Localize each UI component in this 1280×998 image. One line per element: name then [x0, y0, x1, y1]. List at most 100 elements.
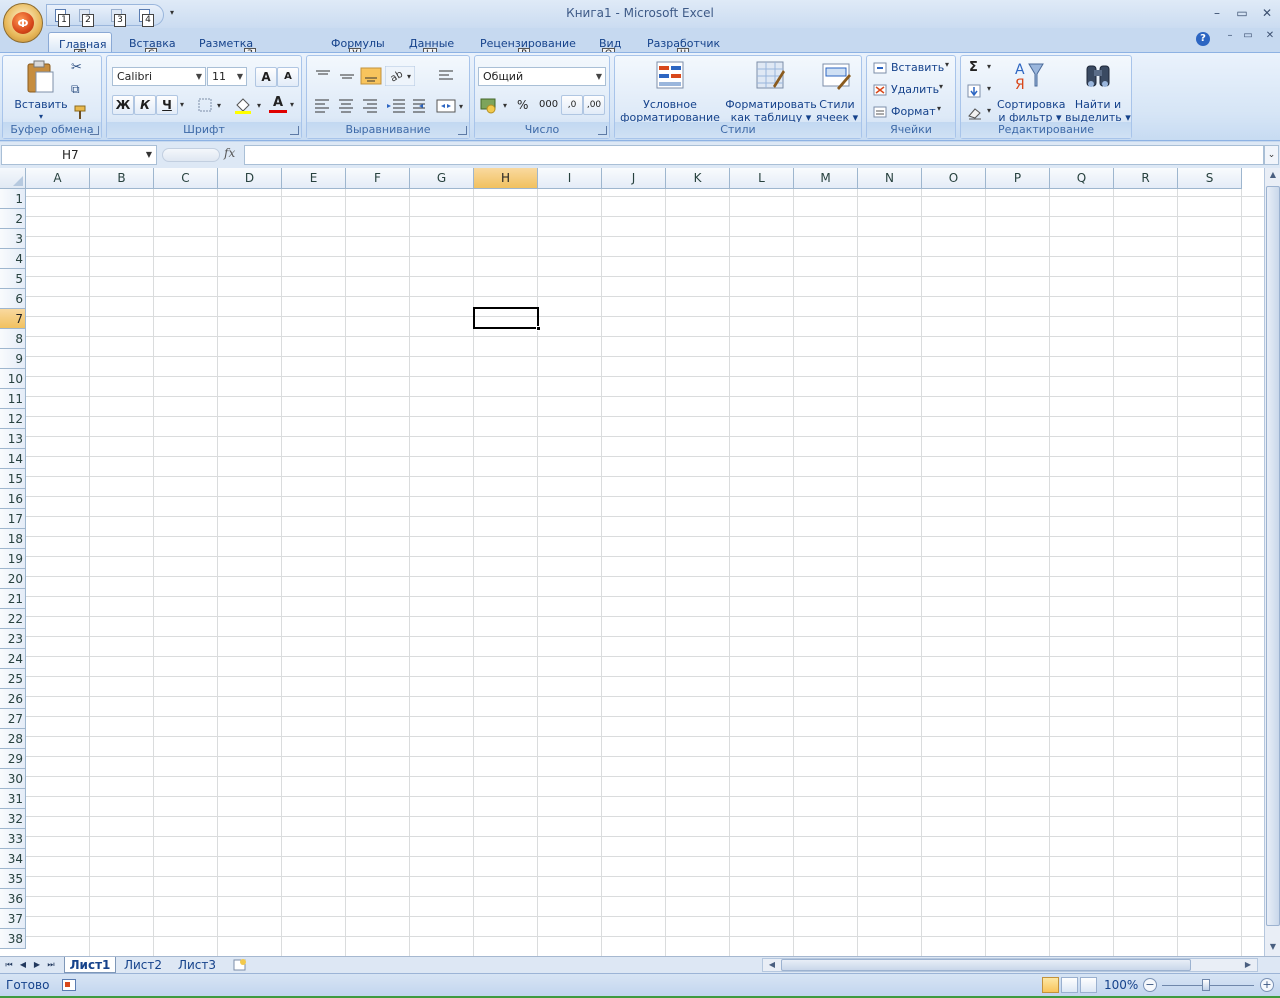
page-break-view-button[interactable] — [1080, 977, 1097, 993]
tab-view[interactable]: Вид О — [589, 32, 629, 61]
format-cells-button[interactable]: Формат ▾ — [871, 104, 955, 122]
row-header[interactable]: 2 — [0, 209, 26, 229]
column-header[interactable]: N — [858, 168, 922, 189]
clear-button[interactable]: ▾ — [965, 104, 999, 122]
row-header[interactable]: 29 — [0, 749, 26, 769]
row-header[interactable]: 3 — [0, 229, 26, 249]
insert-sheet-icon[interactable] — [232, 958, 248, 972]
row-header[interactable]: 26 — [0, 689, 26, 709]
column-header[interactable]: A — [26, 168, 90, 189]
insert-function-button[interactable]: fx — [224, 146, 235, 160]
font-color-icon[interactable]: A — [269, 96, 287, 113]
row-header[interactable]: 30 — [0, 769, 26, 789]
format-painter-icon[interactable] — [71, 104, 89, 120]
sort-filter-button[interactable]: А Я Сортировка и фильтр ▾ — [997, 58, 1066, 124]
cut-icon[interactable]: ✂ — [71, 60, 87, 76]
help-icon[interactable]: ? — [1196, 32, 1210, 46]
row-header[interactable]: 38 — [0, 929, 26, 949]
scroll-thumb[interactable] — [781, 959, 1191, 971]
fill-handle[interactable] — [536, 326, 541, 331]
horizontal-align-icons[interactable] — [312, 96, 384, 116]
row-header[interactable]: 31 — [0, 789, 26, 809]
increase-decimal-button[interactable]: ,0 — [561, 95, 583, 115]
sheet-tab-2[interactable]: Лист2 — [118, 957, 168, 973]
row-header[interactable]: 7 — [0, 309, 26, 329]
row-header[interactable]: 19 — [0, 549, 26, 569]
row-header[interactable]: 33 — [0, 829, 26, 849]
row-header[interactable]: 8 — [0, 329, 26, 349]
copy-icon[interactable]: ⧉ — [71, 82, 87, 98]
column-header[interactable]: O — [922, 168, 986, 189]
fill-color-icon[interactable]: ▾ — [233, 95, 269, 115]
paste-button[interactable]: Вставить ▾ — [11, 58, 68, 121]
select-all-button[interactable] — [0, 168, 26, 189]
chevron-down-icon[interactable]: ▾ — [290, 100, 294, 109]
chevron-down-icon[interactable]: ▾ — [180, 100, 184, 109]
row-header[interactable]: 28 — [0, 729, 26, 749]
column-header[interactable]: R — [1114, 168, 1178, 189]
column-header[interactable]: I — [538, 168, 602, 189]
tab-insert[interactable]: Вставка С — [119, 32, 181, 61]
doc-minimize-button[interactable]: – — [1222, 30, 1238, 44]
row-header[interactable]: 35 — [0, 869, 26, 889]
prev-sheet-icon[interactable]: ◀ — [16, 958, 30, 972]
tab-formulas[interactable]: Формулы У — [321, 32, 391, 61]
active-cell-border[interactable] — [473, 307, 541, 331]
tab-data[interactable]: Данные Ы — [399, 32, 461, 61]
font-name-combo[interactable]: Calibri ▼ — [112, 67, 206, 86]
vertical-align-icons[interactable] — [312, 66, 384, 86]
row-header[interactable]: 25 — [0, 669, 26, 689]
row-header[interactable]: 23 — [0, 629, 26, 649]
vertical-scrollbar[interactable]: ▲ ▼ — [1264, 168, 1280, 956]
row-header[interactable]: 6 — [0, 289, 26, 309]
delete-cells-button[interactable]: Удалить ▾ — [871, 82, 955, 100]
column-header[interactable]: Q — [1050, 168, 1114, 189]
column-header[interactable]: H — [474, 168, 538, 189]
row-header[interactable]: 17 — [0, 509, 26, 529]
doc-close-button[interactable]: ✕ — [1262, 30, 1278, 44]
first-sheet-icon[interactable]: ⏮ — [2, 958, 16, 972]
row-header[interactable]: 18 — [0, 529, 26, 549]
chevron-down-icon[interactable]: ▼ — [146, 146, 152, 164]
column-header[interactable]: G — [410, 168, 474, 189]
decrease-decimal-button[interactable]: ,00 — [583, 95, 605, 115]
formula-input[interactable] — [244, 145, 1264, 165]
zoom-out-button[interactable]: − — [1143, 978, 1157, 992]
close-button[interactable]: ✕ — [1256, 4, 1278, 22]
tab-developer[interactable]: Разработчик Ч — [637, 32, 733, 61]
row-header[interactable]: 27 — [0, 709, 26, 729]
row-header[interactable]: 34 — [0, 849, 26, 869]
column-header[interactable]: E — [282, 168, 346, 189]
underline-button[interactable]: Ч — [156, 95, 178, 115]
orientation-icon[interactable]: ab ▾ — [385, 66, 415, 86]
column-header[interactable]: P — [986, 168, 1050, 189]
borders-icon[interactable]: ▾ — [195, 95, 229, 115]
column-header[interactable]: C — [154, 168, 218, 189]
find-select-button[interactable]: Найти и выделить ▾ — [1065, 58, 1131, 124]
column-header[interactable]: K — [666, 168, 730, 189]
scroll-left-icon[interactable]: ◀ — [765, 959, 779, 971]
column-header[interactable]: F — [346, 168, 410, 189]
row-header[interactable]: 15 — [0, 469, 26, 489]
tab-review[interactable]: Рецензирование Р — [470, 32, 582, 61]
row-header[interactable]: 11 — [0, 389, 26, 409]
shrink-font-button[interactable]: A — [277, 67, 299, 87]
row-header[interactable]: 36 — [0, 889, 26, 909]
column-header[interactable]: B — [90, 168, 154, 189]
font-size-combo[interactable]: 11 ▼ — [207, 67, 247, 86]
autosum-button[interactable]: Σ ▾ — [965, 60, 999, 78]
doc-restore-button[interactable]: ▭ — [1240, 30, 1256, 44]
format-as-table-button[interactable]: Форматировать как таблицу ▾ — [723, 58, 819, 124]
row-header[interactable]: 24 — [0, 649, 26, 669]
page-layout-view-button[interactable] — [1061, 977, 1078, 993]
number-format-combo[interactable]: Общий ▼ — [478, 67, 606, 86]
fill-button[interactable]: ▾ — [965, 82, 999, 100]
row-header[interactable]: 22 — [0, 609, 26, 629]
row-header[interactable]: 12 — [0, 409, 26, 429]
zoom-in-button[interactable]: + — [1260, 978, 1274, 992]
zoom-level[interactable]: 100% — [1104, 978, 1138, 992]
scroll-up-icon[interactable]: ▲ — [1266, 168, 1280, 182]
row-header[interactable]: 5 — [0, 269, 26, 289]
zoom-slider-thumb[interactable] — [1202, 979, 1210, 991]
thousands-button[interactable]: 000 — [539, 99, 558, 110]
